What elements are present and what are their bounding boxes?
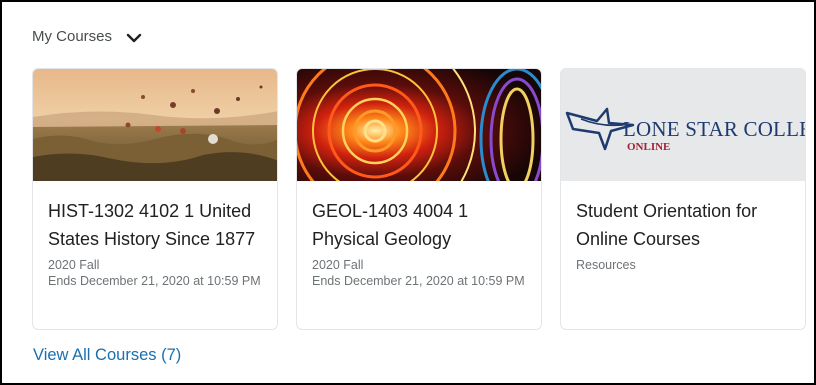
widget-title: My Courses — [32, 28, 113, 45]
lone-star-logo-text: LONE STAR COLLEGE — [623, 117, 805, 141]
course-end-date: Ends December 21, 2020 at 10:59 PM — [312, 274, 525, 288]
course-image-ferris-wheel — [297, 69, 541, 181]
course-image-balloons — [33, 69, 277, 181]
widget-header[interactable]: My Courses — [32, 28, 142, 45]
course-meta: 2020 Fall Ends December 21, 2020 at 10:5… — [312, 257, 531, 289]
course-meta: Resources — [576, 257, 795, 273]
course-card-body: Student Orientation for Online Courses R… — [576, 197, 795, 273]
view-all-courses-link[interactable]: View All Courses (7) — [33, 346, 181, 365]
course-card-hist-1302[interactable]: HIST-1302 4102 1 United States History S… — [32, 68, 278, 330]
course-term: 2020 Fall — [48, 258, 100, 272]
course-meta: 2020 Fall Ends December 21, 2020 at 10:5… — [48, 257, 267, 289]
course-end-date: Ends December 21, 2020 at 10:59 PM — [48, 274, 261, 288]
course-card-body: HIST-1302 4102 1 United States History S… — [48, 197, 267, 289]
course-term: Resources — [576, 258, 636, 272]
my-courses-widget: My Courses HIST-1302 4102 1 United State… — [0, 0, 816, 385]
course-title[interactable]: HIST-1302 4102 1 United States History S… — [48, 197, 267, 253]
lone-star-logo-subtext: ONLINE — [627, 141, 671, 153]
course-title[interactable]: GEOL-1403 4004 1 Physical Geology — [312, 197, 531, 253]
course-card-geol-1403[interactable]: GEOL-1403 4004 1 Physical Geology 2020 F… — [296, 68, 542, 330]
course-term: 2020 Fall — [312, 258, 364, 272]
chevron-down-icon[interactable] — [126, 31, 142, 43]
course-card-student-orientation[interactable]: LONE STAR COLLEGE ONLINE Student Orienta… — [560, 68, 806, 330]
course-image-lone-star-logo: LONE STAR COLLEGE ONLINE — [561, 69, 805, 181]
course-title[interactable]: Student Orientation for Online Courses — [576, 197, 795, 253]
course-card-body: GEOL-1403 4004 1 Physical Geology 2020 F… — [312, 197, 531, 289]
